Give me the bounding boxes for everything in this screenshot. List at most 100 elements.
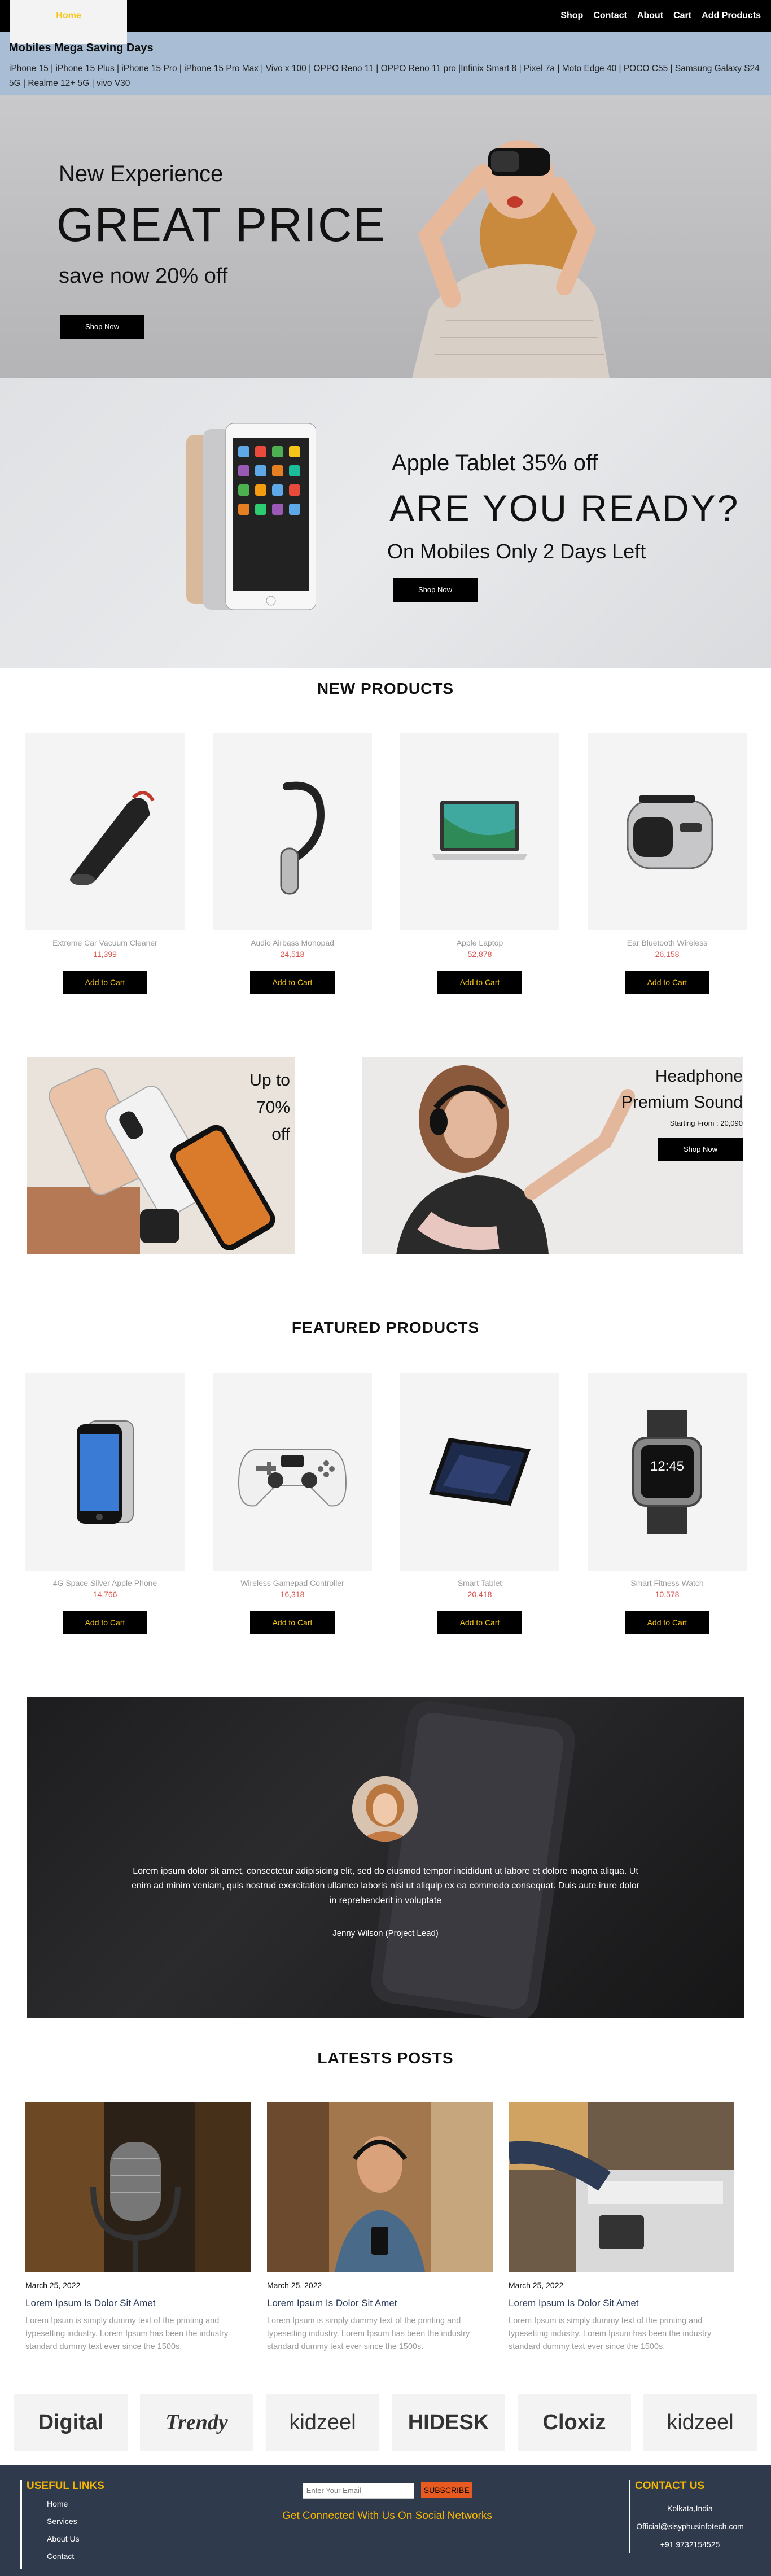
product-image[interactable] [588,733,747,930]
product-price: 14,766 [93,1590,117,1599]
hero-shop-now-button[interactable]: Shop Now [60,315,144,339]
product-name[interactable]: Wireless Gamepad Controller [213,1578,372,1587]
add-to-cart-button[interactable]: Add to Cart [437,1611,522,1634]
phones-promo-text: Up to 70% off [249,1067,290,1148]
post-image[interactable] [267,2102,493,2272]
mega-saving-title: Mobiles Mega Saving Days [9,42,154,54]
post-title[interactable]: Lorem Ipsum Is Dolor Sit Amet [509,2298,734,2309]
product-name[interactable]: Audio Airbass Monopad [213,938,372,947]
product-image[interactable] [400,733,559,930]
product-name[interactable]: Ear Bluetooth Wireless [588,938,747,947]
brand-logo-kidzeel[interactable]: kidzeel [266,2394,379,2451]
promo-up-to: Up to [249,1071,290,1090]
product-name[interactable]: Smart Tablet [400,1578,559,1587]
hero-offer: save now 20% off [59,264,228,288]
latest-posts-title: LATESTS POSTS [317,2049,454,2067]
product-card: Ear Bluetooth Wireless 26,158 Add to Car… [588,733,747,994]
add-to-cart-button[interactable]: Add to Cart [63,971,147,994]
footer-phone[interactable]: +91 9732154525 [635,2535,745,2553]
printer-image [509,2102,734,2272]
product-card: Smart Tablet 20,418 Add to Cart [400,1373,559,1634]
testimonial-quote: Lorem ipsum dolor sit amet, consectetur … [132,1866,639,1905]
footer-link-home[interactable]: Home [47,2499,104,2508]
nav-links: Shop Contact About Cart Add Products [560,11,761,21]
brand-logo-kidzeel[interactable]: kidzeel [643,2394,757,2451]
product-image[interactable] [213,1373,372,1571]
product-price: 10,578 [655,1590,680,1599]
product-image[interactable] [213,733,372,930]
promo-off: off [271,1125,290,1144]
brand-logo-trendy[interactable]: Trendy [140,2394,253,2451]
nav-link-about[interactable]: About [637,11,663,21]
add-to-cart-button[interactable]: Add to Cart [625,971,709,994]
smartwatch-icon: 12:45 [632,1410,702,1534]
mega-saving-list[interactable]: iPhone 15 | iPhone 15 Plus | iPhone 15 P… [9,62,762,91]
post-title[interactable]: Lorem Ipsum Is Dolor Sit Amet [267,2298,493,2309]
add-to-cart-button[interactable]: Add to Cart [625,1611,709,1634]
post-title[interactable]: Lorem Ipsum Is Dolor Sit Amet [25,2298,251,2309]
product-image[interactable] [400,1373,559,1571]
footer-links-title: USEFUL LINKS [27,2480,104,2492]
brand-logos: Digital Trendy kidzeel HIDESK Cloxiz kid… [0,2394,771,2451]
product-name[interactable]: Extreme Car Vacuum Cleaner [25,938,185,947]
footer-location: Kolkata,India [667,2504,713,2513]
promo-percent: 70% [256,1098,290,1117]
microphone-image [25,2102,251,2272]
tablet-offer-title: Apple Tablet 35% off [392,451,598,475]
add-to-cart-button[interactable]: Add to Cart [250,971,335,994]
footer-link-services[interactable]: Services [47,2517,104,2526]
post-image[interactable] [25,2102,251,2272]
product-card: Apple Laptop 52,878 Add to Cart [400,733,559,994]
product-image[interactable]: 12:45 [588,1373,747,1571]
product-name[interactable]: 4G Space Silver Apple Phone [25,1578,185,1587]
product-image[interactable] [25,1373,185,1571]
newsletter-email-input[interactable] [302,2482,414,2499]
headphone-shop-now-button[interactable]: Shop Now [658,1138,743,1161]
posts-grid: March 25, 2022 Lorem Ipsum Is Dolor Sit … [0,2102,771,2354]
product-price: 11,399 [93,950,117,959]
brand-logo-hidesk[interactable]: HIDESK [392,2394,505,2451]
post-date: March 25, 2022 [509,2281,564,2290]
headphone-subtitle: Premium Sound [621,1093,743,1112]
add-to-cart-button[interactable]: Add to Cart [250,1611,335,1634]
nav-home-link[interactable]: Home [10,0,127,44]
add-to-cart-button[interactable]: Add to Cart [437,971,522,994]
testimonial-avatar [352,1776,418,1842]
nav-link-shop[interactable]: Shop [560,11,583,21]
product-card: Extreme Car Vacuum Cleaner 11,399 Add to… [25,733,185,994]
product-price: 20,418 [467,1590,492,1599]
vr-woman-image [412,140,610,378]
vacuum-cleaner-icon [70,791,155,885]
hero-headline: GREAT PRICE [56,198,386,251]
post-excerpt: Lorem Ipsum is simply dummy text of the … [509,2316,712,2351]
add-to-cart-button[interactable]: Add to Cart [63,1611,147,1634]
headphone-title: Headphone [655,1067,743,1086]
footer-contact-title: CONTACT US [635,2480,705,2492]
post-image[interactable] [509,2102,734,2272]
product-name[interactable]: Smart Fitness Watch [588,1578,747,1587]
tablet-image [186,423,316,610]
footer-link-contact[interactable]: Contact [47,2552,104,2561]
footer-link-about[interactable]: About Us [47,2534,104,2543]
hero-banner-vr: New Experience GREAT PRICE save now 20% … [0,95,771,378]
brand-logo-digital[interactable]: Digital [14,2394,128,2451]
woman-portrait-image [352,1776,418,1842]
nav-link-cart[interactable]: Cart [673,11,691,21]
testimonial-section: Lorem ipsum dolor sit amet, consectetur … [27,1697,744,2018]
new-products-grid: Extreme Car Vacuum Cleaner 11,399 Add to… [0,733,771,994]
brand-logo-cloxiz[interactable]: Cloxiz [518,2394,631,2451]
nav-link-contact[interactable]: Contact [593,11,627,21]
product-price: 26,158 [655,950,680,959]
footer-email[interactable]: Official@sisyphusinfotech.com [635,2517,745,2535]
nav-link-add-products[interactable]: Add Products [702,11,761,21]
subscribe-button[interactable]: SUBSCRIBE [421,2482,472,2498]
tablet-shop-now-button[interactable]: Shop Now [393,578,478,602]
product-image[interactable] [25,733,185,930]
phones-promo-banner[interactable]: Up to 70% off [27,1057,295,1254]
headphone-promo-banner[interactable]: Headphone Premium Sound Starting From : … [362,1057,743,1254]
testimonial-author: Jenny Wilson (Project Lead) [332,1928,439,1938]
post-date: March 25, 2022 [267,2281,322,2290]
laptop-icon [432,801,528,860]
product-name[interactable]: Apple Laptop [400,938,559,947]
product-card: Audio Airbass Monopad 24,518 Add to Cart [213,733,372,994]
